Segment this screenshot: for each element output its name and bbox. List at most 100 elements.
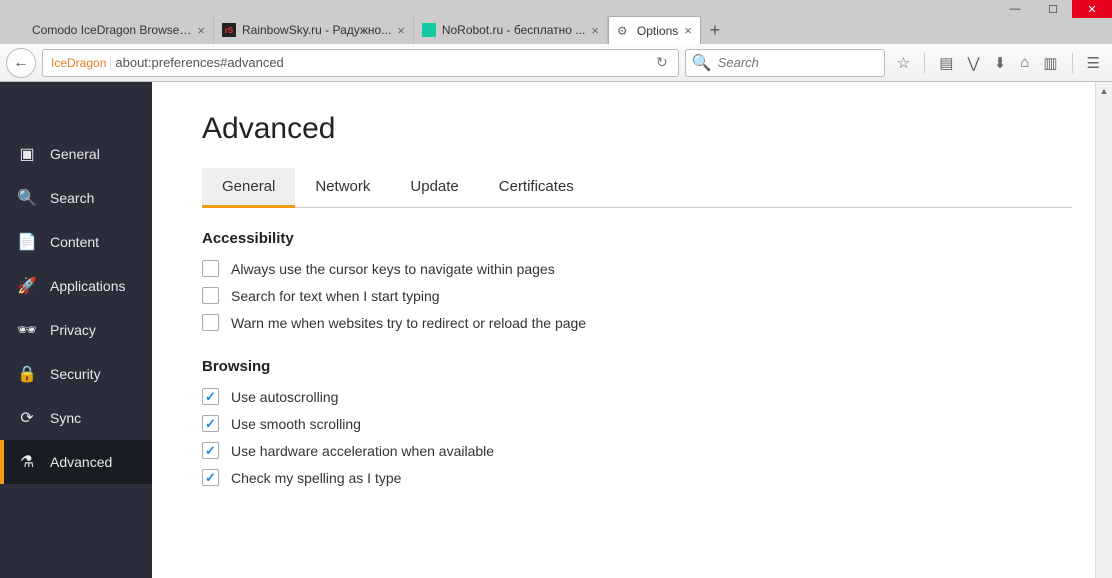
gear-icon: ⚙: [617, 24, 631, 38]
close-icon[interactable]: ×: [397, 23, 405, 38]
pocket-icon[interactable]: ⋁: [967, 54, 979, 72]
option-label: Use smooth scrolling: [231, 416, 361, 432]
sidebar-item-label: Advanced: [50, 454, 112, 470]
close-icon[interactable]: ×: [197, 23, 205, 38]
minimize-button[interactable]: —: [996, 0, 1034, 18]
vertical-scrollbar[interactable]: ▲: [1095, 82, 1112, 578]
sidebar-item-content[interactable]: 📄 Content: [0, 220, 152, 264]
close-icon[interactable]: ×: [684, 23, 692, 38]
option-row: Warn me when websites try to redirect or…: [202, 309, 1072, 336]
option-row: Check my spelling as I type: [202, 464, 1072, 491]
sidebar-item-label: Applications: [50, 278, 126, 294]
maximize-button[interactable]: ☐: [1034, 0, 1072, 18]
option-row: Always use the cursor keys to navigate w…: [202, 255, 1072, 282]
clipboard-icon[interactable]: ▤: [939, 54, 953, 72]
toolbar: ← IceDragon ↻ 🔍 ☆ ▤ ⋁ ⬇ ⌂ ▥ ☰: [0, 44, 1112, 82]
tab-0[interactable]: Comodo IceDragon Browser | ... ×: [4, 16, 214, 44]
preferences-sidebar: ▣ General 🔍 Search 📄 Content 🚀 Applications 🕶Pri…: [0, 82, 152, 578]
option-label: Check my spelling as I type: [231, 470, 401, 486]
downloads-icon[interactable]: ⬇: [994, 54, 1007, 72]
subtab-strip: GeneralNetworkUpdateCertificates: [202, 168, 1072, 208]
content-icon: 📄: [18, 232, 36, 252]
favicon-teal: [422, 23, 436, 37]
option-label: Search for text when I start typing: [231, 288, 440, 304]
page-title: Advanced: [202, 112, 1072, 146]
section-heading: Browsing: [202, 358, 1072, 375]
sidebar-item-applications[interactable]: 🚀 Applications: [0, 264, 152, 308]
divider: [1072, 53, 1073, 73]
tab-title: RainbowSky.ru - Радужно...: [242, 23, 391, 37]
search-input[interactable]: [718, 55, 896, 70]
sidebar-item-label: Content: [50, 234, 99, 250]
sidebar-item-sync[interactable]: ⟳ Sync: [0, 396, 152, 440]
subtab-network[interactable]: Network: [295, 168, 390, 207]
close-window-button[interactable]: ✕: [1072, 0, 1112, 18]
search-icon: 🔍: [18, 188, 36, 208]
option-row: Use autoscrolling: [202, 383, 1072, 410]
sidebar-item-advanced[interactable]: ⚗ Advanced: [0, 440, 152, 484]
close-icon[interactable]: ×: [591, 23, 599, 38]
tab-strip: Comodo IceDragon Browser | ... × rS Rain…: [0, 16, 729, 44]
back-button[interactable]: ←: [6, 48, 36, 78]
sidebar-item-label: General: [50, 146, 100, 162]
tab-title: Options: [637, 24, 678, 38]
option-row: Use smooth scrolling: [202, 410, 1072, 437]
brand-label: IceDragon: [47, 56, 111, 70]
checkbox[interactable]: [202, 388, 219, 405]
option-label: Use hardware acceleration when available: [231, 443, 494, 459]
sidebar-item-general[interactable]: ▣ General: [0, 132, 152, 176]
checkbox[interactable]: [202, 260, 219, 277]
sidebar-item-label: Privacy: [50, 322, 96, 338]
general-icon: ▣: [18, 144, 36, 164]
option-label: Always use the cursor keys to navigate w…: [231, 261, 555, 277]
checkbox[interactable]: [202, 442, 219, 459]
sync-icon: ⟳: [18, 408, 36, 428]
reload-icon[interactable]: ↻: [650, 54, 674, 71]
sidebar-item-label: Search: [50, 190, 94, 206]
sidebar-item-search[interactable]: 🔍 Search: [0, 176, 152, 220]
titlebar: Comodo IceDragon Browser | ... × rS Rain…: [0, 0, 1112, 44]
sidebar-item-label: Sync: [50, 410, 81, 426]
search-icon: 🔍: [692, 53, 712, 73]
sidebar-item-privacy[interactable]: 🕶Privacy: [0, 308, 152, 352]
tab-2[interactable]: NoRobot.ru - бесплатно ... ×: [414, 16, 608, 44]
option-label: Use autoscrolling: [231, 389, 338, 405]
checkbox[interactable]: [202, 314, 219, 331]
toolbar-icons: ☆ ▤ ⋁ ⬇ ⌂ ▥ ☰: [891, 53, 1106, 73]
applications-icon: 🚀: [18, 276, 36, 296]
bookmark-icon[interactable]: ☆: [897, 54, 910, 72]
subtab-update[interactable]: Update: [390, 168, 478, 207]
preferences-main: Advanced GeneralNetworkUpdateCertificate…: [152, 82, 1112, 578]
favicon-blank: [12, 23, 26, 37]
advanced-icon: ⚗: [18, 452, 36, 472]
section-heading: Accessibility: [202, 230, 1072, 247]
content-area: ▣ General 🔍 Search 📄 Content 🚀 Applications 🕶Pri…: [0, 82, 1112, 578]
home-icon[interactable]: ⌂: [1020, 54, 1029, 71]
new-tab-button[interactable]: +: [701, 16, 729, 44]
section-browsing: Browsing Use autoscrolling Use smooth scr…: [202, 358, 1072, 491]
sidebar-item-security[interactable]: 🔒 Security: [0, 352, 152, 396]
checkbox[interactable]: [202, 287, 219, 304]
checkbox[interactable]: [202, 415, 219, 432]
window-controls: — ☐ ✕: [996, 0, 1112, 18]
section-accessibility: Accessibility Always use the cursor keys…: [202, 230, 1072, 336]
tab-1[interactable]: rS RainbowSky.ru - Радужно... ×: [214, 16, 414, 44]
option-label: Warn me when websites try to redirect or…: [231, 315, 586, 331]
tab-title: Comodo IceDragon Browser | ...: [32, 23, 191, 37]
tab-3[interactable]: ⚙ Options ×: [608, 16, 701, 44]
scroll-up-icon[interactable]: ▲: [1096, 82, 1112, 99]
option-row: Search for text when I start typing: [202, 282, 1072, 309]
checkbox[interactable]: [202, 469, 219, 486]
search-bar[interactable]: 🔍: [685, 49, 885, 77]
divider: [924, 53, 925, 73]
address-bar[interactable]: IceDragon ↻: [42, 49, 679, 77]
favicon-rs: rS: [222, 23, 236, 37]
panel-icon[interactable]: ▥: [1043, 54, 1057, 72]
url-input[interactable]: [115, 55, 646, 70]
subtab-general[interactable]: General: [202, 168, 295, 208]
tab-title: NoRobot.ru - бесплатно ...: [442, 23, 585, 37]
menu-icon[interactable]: ☰: [1087, 54, 1100, 72]
security-icon: 🔒: [18, 364, 36, 384]
sidebar-item-label: Security: [50, 366, 101, 382]
subtab-certificates[interactable]: Certificates: [479, 168, 594, 207]
